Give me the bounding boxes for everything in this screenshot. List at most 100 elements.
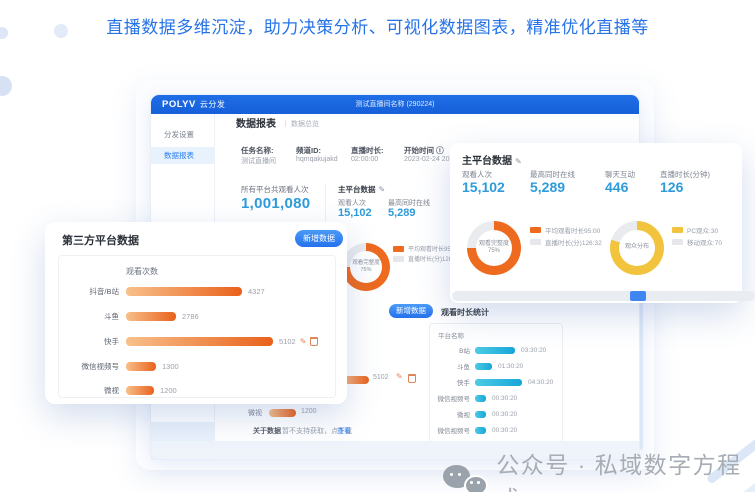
donut-center-text: 观看完整度 75% xyxy=(342,243,390,291)
mini-platform-title: 主平台数据✎ xyxy=(338,184,385,195)
polyv-logo: POLYV云分发 xyxy=(162,95,225,114)
legend-live-duration: 直播时长(分)126:32 xyxy=(530,237,602,247)
footer: 公众号 · 私域数字方程式 xyxy=(443,446,755,492)
metric-peak-value: 5,289 xyxy=(530,179,565,195)
legend-swatch-gray xyxy=(530,239,541,245)
field-task-name-label: 任务名称: xyxy=(241,145,274,156)
content-title: 数据报表 xyxy=(236,115,276,130)
scrollbar-thumb[interactable] xyxy=(630,291,646,301)
row-value: 01:30:20 xyxy=(498,363,523,370)
wechat-eye xyxy=(458,473,461,476)
legend-pc-audience: PC观众:30 xyxy=(672,225,718,235)
wechat-bubble-small xyxy=(464,475,488,492)
window-header: 测试直播间名称 (290224) POLYV云分发 xyxy=(151,95,639,114)
peek-weishi-label: 微视 xyxy=(248,408,262,418)
row-value: 1300 xyxy=(162,362,179,371)
sidebar-item-data-report[interactable]: 数据报表 xyxy=(151,147,214,164)
field-duration-value: 02:00:00 xyxy=(351,156,378,163)
row-bar xyxy=(475,347,515,354)
row-value: 04:30:20 xyxy=(528,379,553,386)
row-value: 03:30:20 xyxy=(521,347,546,354)
delete-icon[interactable] xyxy=(408,374,416,383)
legend-mobile-audience: 移动观众:70 xyxy=(672,237,722,247)
donut-center-bottom: 75% xyxy=(488,248,500,255)
duration-row: 微信视频号 00:30:20 xyxy=(430,392,562,404)
donut-center-text: 观众分布 xyxy=(610,221,664,275)
views-row-weishi: 微视1200 xyxy=(59,384,335,397)
metric-chat-value: 446 xyxy=(605,179,628,195)
edit-icon[interactable]: ✎ xyxy=(515,157,522,166)
promo-page: 直播数据多维沉淀，助力决策分析、可视化数据图表，精准优化直播等 测试直播间名称 … xyxy=(0,0,755,492)
legend-label: PC观众:30 xyxy=(687,225,718,235)
wechat-icon xyxy=(443,462,485,492)
main-platform-card: 主平台数据✎ 观看人次 15,102 最高同时在线 5,289 聊天互动 446… xyxy=(450,143,742,303)
audience-donut: 观众分布 xyxy=(610,221,664,275)
sidebar-item-distribution-settings[interactable]: 分发设置 xyxy=(151,126,214,143)
third-party-data-card: 第三方平台数据 新增数据 观看次数 抖音/B站4327 斗鱼2786 快手510… xyxy=(45,222,347,404)
metric-duration-value: 126 xyxy=(660,179,683,195)
mini-platform-title-text: 主平台数据 xyxy=(338,185,376,194)
metric-views-value: 15,102 xyxy=(462,179,505,195)
tab-watch-duration-stats[interactable]: 观看时长统计 xyxy=(441,307,489,318)
wechat-eye xyxy=(450,473,453,476)
card-title-text: 主平台数据 xyxy=(462,156,512,167)
donut-center-bottom: 75% xyxy=(360,267,371,274)
duration-row: 快手 04:30:20 xyxy=(430,376,562,388)
row-bar xyxy=(475,395,486,402)
note-link[interactable]: 查看 xyxy=(337,426,351,436)
row-bar xyxy=(475,411,486,418)
add-data-button[interactable]: 新增数据 xyxy=(295,230,343,247)
duration-row: 微视00:30:20 xyxy=(430,408,562,420)
views-row-kuaishou: 快手5102✎ xyxy=(59,335,335,348)
add-data-button-small[interactable]: 新增数据 xyxy=(389,304,433,318)
row-bar xyxy=(475,363,492,370)
legend-swatch-yellow xyxy=(672,227,683,233)
row-label: 微信视频号 xyxy=(430,393,470,403)
views-chart-title: 观看次数 xyxy=(126,266,158,277)
peek-kuaishou-value: 5102 xyxy=(373,374,389,381)
total-views-value: 1,001,080 xyxy=(241,195,310,212)
row-label: B站 xyxy=(430,345,470,355)
donut-center-label: 观众分布 xyxy=(625,244,649,251)
scrollbar-track[interactable] xyxy=(452,291,755,301)
legend-swatch-gray xyxy=(393,256,404,262)
legend-swatch-orange xyxy=(530,227,541,233)
views-row-douyin: 抖音/B站4327 xyxy=(59,285,335,298)
row-label: 微信视频号 xyxy=(59,361,119,372)
mini-views-value: 15,102 xyxy=(338,207,372,219)
row-value: 5102 xyxy=(279,337,296,346)
delete-icon[interactable] xyxy=(310,337,318,346)
row-value: 00:30:20 xyxy=(492,395,517,402)
field-start-time-label: 开始时间 ⓘ xyxy=(404,145,444,156)
footer-account-text: 公众号 · 私域数字方程式 xyxy=(496,446,755,492)
row-bar xyxy=(126,386,154,395)
row-label: 斗鱼 xyxy=(59,311,119,322)
legend-label: 平均观看时长95:00 xyxy=(545,225,600,235)
edit-icon[interactable]: ✎ xyxy=(300,337,307,346)
legend-label: 直播时长(分)126:32 xyxy=(545,237,602,247)
views-chart-box: 观看次数 抖音/B站4327 斗鱼2786 快手5102✎ 微信视频号1300 … xyxy=(58,255,336,398)
third-party-card-title: 第三方平台数据 xyxy=(62,232,139,248)
wechat-eye xyxy=(477,481,480,484)
views-row-wechat-channels: 微信视频号 1300 xyxy=(59,360,335,373)
peek-bar xyxy=(269,409,296,417)
legend-swatch-gray xyxy=(672,239,683,245)
edit-icon[interactable]: ✎ xyxy=(396,372,403,381)
legend-avg-watch: 平均观看时长95:00 xyxy=(530,225,600,235)
donut-center-top: 观看完整度 xyxy=(352,260,380,267)
row-label: 快手 xyxy=(430,377,470,387)
row-bar xyxy=(126,312,176,321)
row-bar xyxy=(126,362,156,371)
donut-center-top: 观看完整度 xyxy=(479,241,509,248)
breadcrumb: ｜ 数据总览 xyxy=(282,119,319,129)
wechat-eye xyxy=(470,481,473,484)
duration-row: B站 03:30:20 xyxy=(430,344,562,356)
views-row-douyu: 斗鱼2786 xyxy=(59,310,335,323)
peek-weishi-value: 1200 xyxy=(301,408,317,415)
row-label: 抖音/B站 xyxy=(59,286,119,297)
brand-name: POLYV xyxy=(162,99,196,110)
deco-dot xyxy=(0,76,12,96)
edit-icon[interactable]: ✎ xyxy=(379,185,386,194)
row-value: 1200 xyxy=(160,386,177,395)
duration-chart-header: 平台名称 xyxy=(438,330,464,340)
